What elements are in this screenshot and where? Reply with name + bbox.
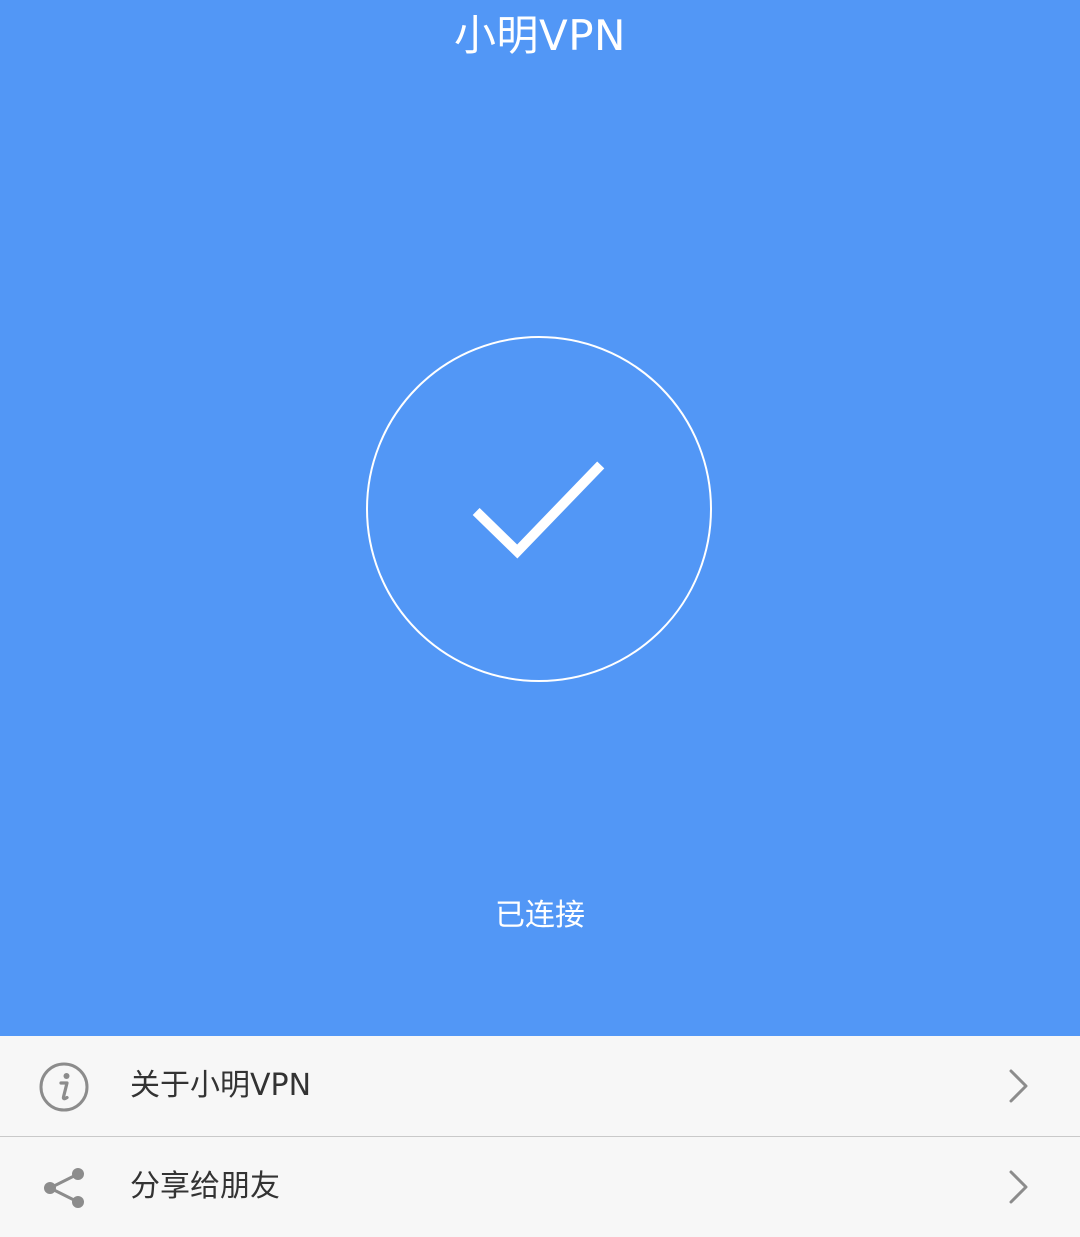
connection-toggle-button[interactable]: [366, 336, 712, 682]
share-icon: [38, 1162, 90, 1214]
chevron-right-icon: [1004, 1066, 1034, 1106]
connection-status-text: 已连接: [495, 898, 585, 933]
connection-panel: 小明VPN 已连接: [0, 0, 1080, 1036]
settings-menu: 关于小明VPN 分享给朋友: [0, 1036, 1080, 1237]
menu-item-about[interactable]: 关于小明VPN: [0, 1036, 1080, 1137]
info-icon: [38, 1061, 90, 1113]
app-screen: 小明VPN 已连接 关于小明VPN 分享给朋友: [0, 0, 1080, 1237]
checkmark-icon: [472, 461, 605, 559]
chevron-right-icon: [1004, 1167, 1034, 1207]
menu-item-share[interactable]: 分享给朋友: [0, 1137, 1080, 1237]
menu-label-about: 关于小明VPN: [130, 1068, 312, 1103]
app-title: 小明VPN: [454, 11, 626, 60]
menu-label-share: 分享给朋友: [130, 1169, 280, 1204]
